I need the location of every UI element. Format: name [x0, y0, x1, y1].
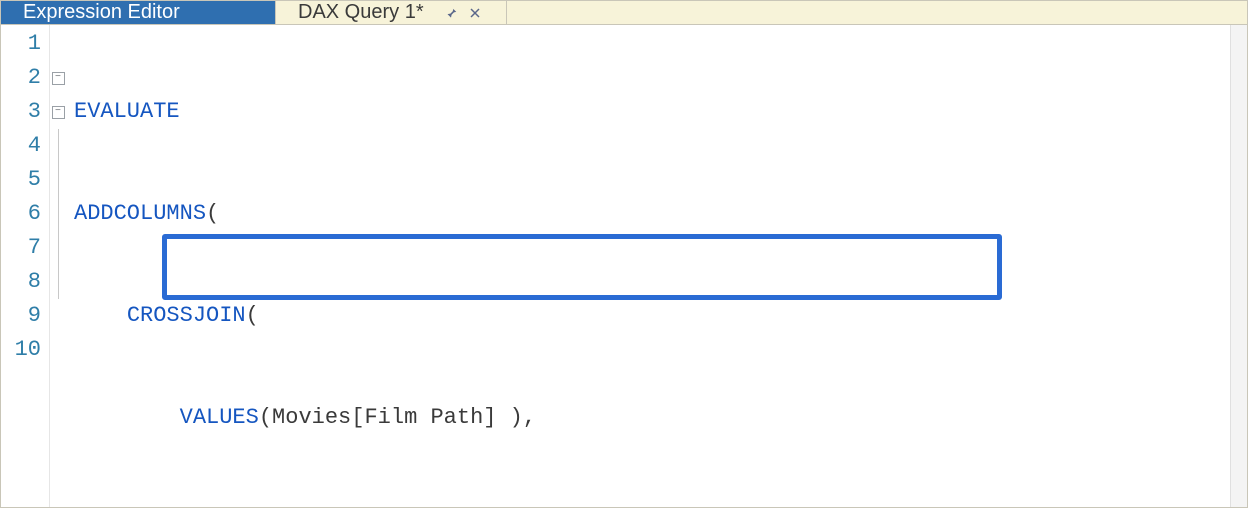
code-editor[interactable]: 1 2 3 4 5 6 7 8 9 10 − − EVALUATE ADDCOL…: [1, 25, 1247, 507]
line-number: 10: [7, 333, 41, 367]
fold-guide: [58, 129, 59, 163]
code-area[interactable]: EVALUATE ADDCOLUMNS( CROSSJOIN( VALUES(M…: [66, 25, 1230, 507]
app-window: Expression Editor DAX Query 1* 1 2 3 4 5…: [0, 0, 1248, 508]
annotation-highlight-box: [162, 234, 1002, 300]
line-number: 7: [7, 231, 41, 265]
fold-guide: [58, 231, 59, 265]
tab-expression-editor[interactable]: Expression Editor: [1, 1, 276, 24]
fold-guide: [58, 265, 59, 299]
fold-guide: [58, 163, 59, 197]
tab-label: DAX Query 1*: [298, 1, 424, 24]
line-number: 1: [7, 27, 41, 61]
code-line: CROSSJOIN(: [74, 299, 1230, 333]
fold-toggle-icon[interactable]: −: [52, 106, 65, 119]
line-number: 6: [7, 197, 41, 231]
fold-guide: [58, 197, 59, 231]
fold-gutter: − −: [50, 25, 66, 507]
pin-icon[interactable]: [442, 4, 460, 22]
line-number-gutter: 1 2 3 4 5 6 7 8 9 10: [1, 25, 50, 507]
code-line: VALUES( 'Max Path Index'[Value] ): [74, 503, 1230, 507]
line-number: 2: [7, 61, 41, 95]
line-number: 4: [7, 129, 41, 163]
line-number: 9: [7, 299, 41, 333]
close-icon[interactable]: [466, 4, 484, 22]
fold-toggle-icon[interactable]: −: [52, 72, 65, 85]
code-line: VALUES(Movies[Film Path] ),: [74, 401, 1230, 435]
tab-label: Expression Editor: [23, 1, 180, 24]
tab-dax-query[interactable]: DAX Query 1*: [276, 1, 507, 24]
code-line: EVALUATE: [74, 95, 1230, 129]
line-number: 8: [7, 265, 41, 299]
vertical-scrollbar[interactable]: [1230, 25, 1247, 507]
line-number: 5: [7, 163, 41, 197]
line-number: 3: [7, 95, 41, 129]
tab-bar: Expression Editor DAX Query 1*: [1, 1, 1247, 25]
code-line: ADDCOLUMNS(: [74, 197, 1230, 231]
